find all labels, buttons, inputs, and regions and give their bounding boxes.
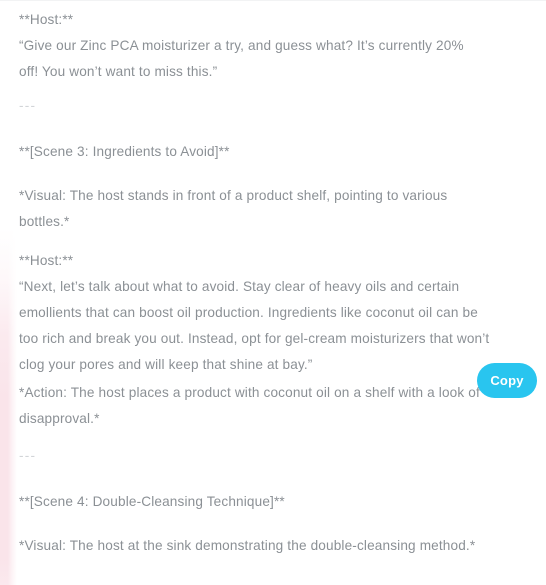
scene-3-visual-direction: *Visual: The host stands in front of a p… (19, 188, 452, 229)
scene-4-heading: **[Scene 4: Double-Cleansing Technique]*… (19, 494, 285, 509)
speaker-label-host-2: **Host:** (19, 253, 74, 268)
host-quote-ingredients-to-avoid: “Next, let’s talk about what to avoid. S… (19, 279, 494, 372)
section-divider-2: --- (19, 448, 37, 463)
scene-3-heading: **[Scene 3: Ingredients to Avoid]** (19, 144, 230, 159)
panel-top-divider (0, 0, 546, 1)
host-quote-zinc-pca: “Give our Zinc PCA moisturizer a try, an… (19, 38, 468, 79)
copy-button[interactable]: Copy (477, 363, 537, 398)
left-accent-band (0, 228, 17, 585)
scene-4-visual-direction: *Visual: The host at the sink demonstrat… (19, 538, 476, 553)
assistant-message-panel: **Host:** “Give our Zinc PCA moisturizer… (0, 0, 546, 585)
speaker-label-host-1: **Host:** (19, 12, 74, 27)
scene-3-action-direction: *Action: The host places a product with … (19, 385, 480, 426)
section-divider-1: --- (19, 98, 37, 113)
